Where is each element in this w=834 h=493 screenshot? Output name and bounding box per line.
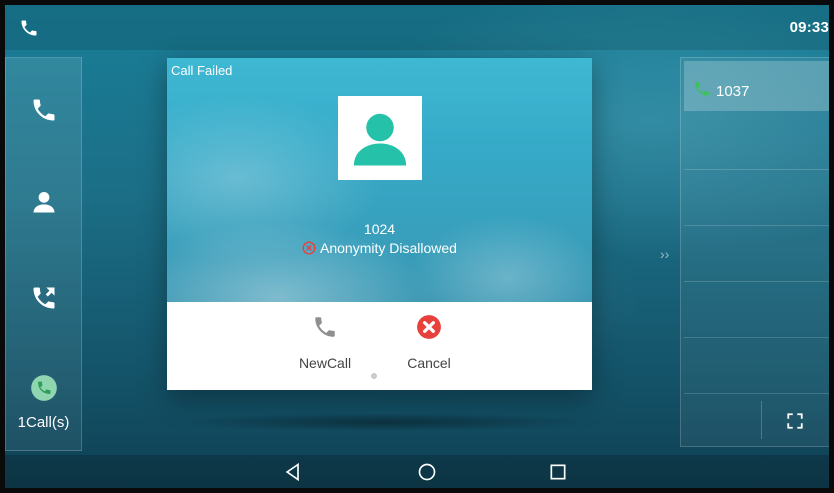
list-divider	[684, 337, 830, 338]
cancel-button[interactable]: Cancel	[389, 314, 469, 374]
dialog-actions: NewCall Cancel	[167, 302, 592, 390]
status-time: 09:33	[789, 19, 829, 36]
fullscreen-button[interactable]	[763, 403, 827, 439]
call-forward-icon	[33, 287, 54, 309]
sidebar-item-active-calls[interactable]	[6, 358, 81, 418]
home-icon	[418, 463, 436, 481]
call-list-number: 1037	[716, 83, 750, 100]
contact-avatar-icon	[353, 113, 407, 166]
phone-icon	[33, 99, 54, 121]
call-failed-dialog: Call Failed 1024 Anonymity Disallowed Ne…	[167, 58, 592, 390]
recents-icon	[550, 464, 566, 480]
call-list-item[interactable]: 1037	[684, 61, 830, 111]
new-call-button[interactable]: NewCall	[285, 314, 365, 374]
status-bar: 09:33	[5, 5, 829, 50]
recents-button[interactable]	[545, 461, 571, 483]
calls-count-label[interactable]: 1Call(s)	[6, 414, 81, 431]
expand-chevron-icon[interactable]: ››	[660, 246, 669, 262]
dialog-shadow	[175, 413, 595, 431]
home-button[interactable]	[414, 461, 440, 483]
phone-icon	[695, 82, 709, 96]
contacts-icon	[33, 191, 54, 213]
list-divider	[684, 225, 830, 226]
back-icon	[285, 462, 299, 482]
sidebar-item-dialer[interactable]	[6, 80, 81, 140]
caller-number: 1024	[363, 221, 396, 237]
left-sidebar: 1Call(s)	[5, 57, 82, 451]
list-divider	[684, 169, 830, 170]
phone-icon	[315, 317, 335, 337]
error-circle-icon	[302, 241, 316, 255]
fullscreen-icon	[787, 413, 803, 429]
list-divider	[684, 393, 830, 394]
page-indicator-dot	[371, 373, 377, 379]
call-list-panel: 1037	[680, 57, 831, 447]
sidebar-item-call-forward[interactable]	[6, 268, 81, 328]
call-status: Anonymity Disallowed	[167, 240, 592, 256]
cancel-icon	[417, 315, 441, 339]
avatar	[338, 96, 422, 180]
list-divider	[684, 281, 830, 282]
cancel-label: Cancel	[407, 355, 451, 371]
navigation-bar	[5, 455, 829, 488]
sidebar-item-contacts[interactable]	[6, 172, 81, 232]
dialog-header: Call Failed 1024 Anonymity Disallowed	[167, 58, 592, 302]
phone-icon	[21, 20, 37, 36]
call-status-text: Anonymity Disallowed	[320, 240, 457, 256]
active-call-icon	[30, 375, 57, 401]
phone-screen: 09:33 1Call(s) Call Failed 1024 Anonymit…	[0, 0, 834, 493]
new-call-label: NewCall	[298, 355, 352, 371]
divider	[761, 401, 762, 439]
dialog-title: Call Failed	[171, 63, 233, 78]
back-button[interactable]	[280, 461, 306, 483]
